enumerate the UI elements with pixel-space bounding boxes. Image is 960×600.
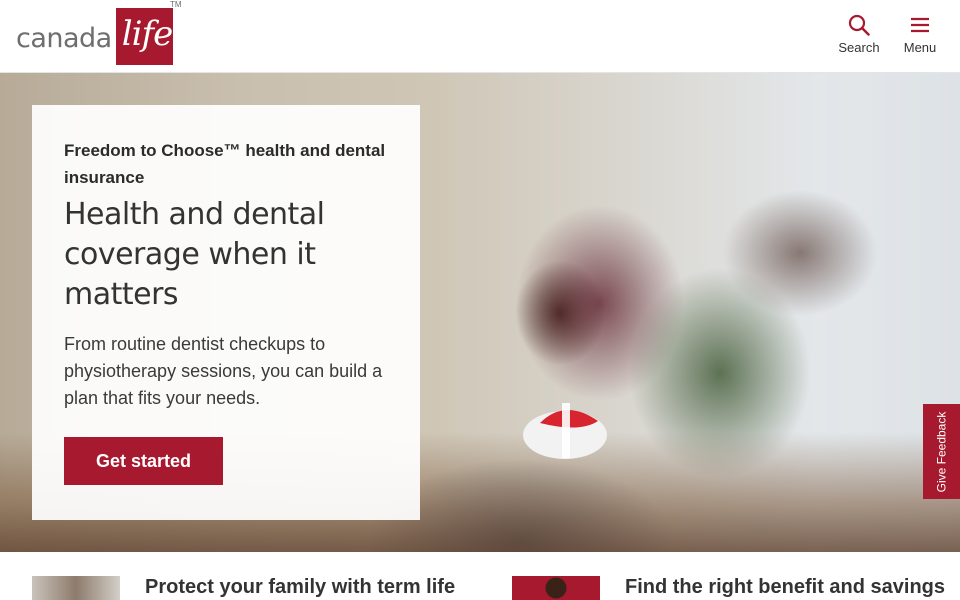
hero-eyebrow: Freedom to Choose™ health and dental ins… (64, 141, 386, 187)
search-button[interactable]: Search (838, 14, 880, 55)
logo-mark: life (115, 8, 173, 65)
menu-label: Menu (903, 40, 937, 55)
teaser-term-life[interactable]: Protect your family with term life (32, 576, 455, 600)
search-icon (848, 14, 870, 36)
hero-banner: Freedom to Choose™ health and dental ins… (0, 73, 960, 552)
canada-life-logo[interactable]: canada life (16, 8, 173, 65)
hero-description: From routine dentist checkups to physiot… (64, 334, 383, 408)
teaser-thumbnail (32, 576, 120, 600)
hamburger-icon (911, 17, 929, 33)
teaser-title[interactable]: Find the right benefit and savings (625, 576, 945, 599)
site-header: canada life TM Search Menu (0, 0, 960, 73)
get-started-button[interactable]: Get started (64, 437, 224, 485)
teaser-title[interactable]: Protect your family with term life (145, 576, 455, 599)
logo-script-text: life (121, 14, 173, 54)
search-label: Search (838, 40, 880, 55)
hero-title: Health and dental coverage when it matte… (64, 197, 325, 312)
give-feedback-label: Give Feedback (934, 411, 949, 492)
logo-wordmark: canada (16, 23, 112, 54)
menu-button[interactable]: Menu (902, 14, 938, 55)
teaser-thumbnail (512, 576, 600, 600)
gift-box-image (523, 403, 607, 459)
teaser-benefits[interactable]: Find the right benefit and savings (512, 576, 945, 600)
trademark-symbol: TM (170, 0, 182, 9)
give-feedback-tab[interactable]: Give Feedback (923, 404, 960, 499)
hero-card: Freedom to Choose™ health and dental ins… (32, 105, 420, 520)
